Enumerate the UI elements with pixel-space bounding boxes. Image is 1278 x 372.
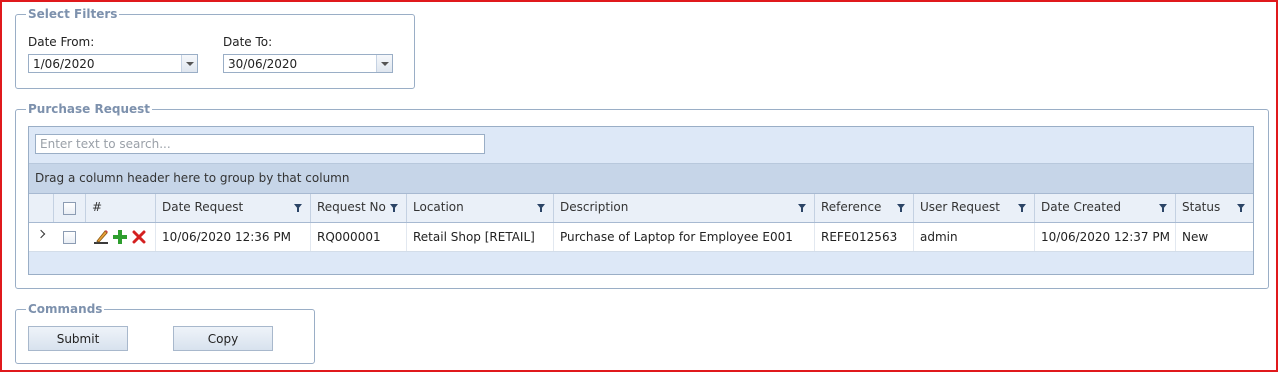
header-location-label: Location [413, 200, 464, 214]
commands-legend: Commands [28, 302, 103, 316]
date-to-label: Date To: [223, 35, 273, 49]
submit-button[interactable]: Submit [28, 326, 128, 351]
purchase-request-legend: Purchase Request [28, 102, 150, 116]
chevron-right-icon[interactable] [36, 229, 46, 239]
header-reference-label: Reference [821, 200, 882, 214]
header-date-created[interactable]: Date Created [1035, 194, 1176, 222]
copy-button[interactable]: Copy [173, 326, 273, 351]
cell-status: New [1176, 223, 1253, 251]
row-checkbox[interactable] [63, 231, 76, 244]
grid-footer [29, 252, 1253, 274]
grid-search-input[interactable] [36, 135, 484, 153]
cell-user-request: admin [914, 223, 1035, 251]
filter-icon[interactable] [1237, 204, 1245, 212]
header-date-request-label: Date Request [162, 200, 244, 214]
cell-description-text: Purchase of Laptop for Employee E001 [560, 230, 793, 244]
add-icon[interactable] [112, 229, 128, 245]
cell-description: Purchase of Laptop for Employee E001 [554, 223, 815, 251]
header-status-label: Status [1182, 200, 1221, 214]
grid-header-row: # Date Request Request No Location Descr… [29, 194, 1253, 223]
header-date-created-label: Date Created [1041, 200, 1121, 214]
cell-location-text: Retail Shop [RETAIL] [413, 230, 535, 244]
date-from-value: 1/06/2020 [33, 57, 95, 71]
cell-date-request: 10/06/2020 12:36 PM [156, 223, 311, 251]
cell-request-no-text: RQ000001 [317, 230, 381, 244]
delete-icon[interactable] [132, 230, 146, 244]
header-reference[interactable]: Reference [815, 194, 914, 222]
date-to-dropdown-icon[interactable] [376, 55, 392, 72]
filter-icon[interactable] [897, 204, 905, 212]
filter-icon[interactable] [1018, 204, 1026, 212]
filter-icon[interactable] [390, 204, 398, 212]
header-hash[interactable]: # [86, 194, 156, 222]
row-expand-cell[interactable] [29, 223, 54, 251]
row-actions-cell [86, 223, 156, 251]
header-request-no-label: Request No [317, 200, 386, 214]
header-description[interactable]: Description [554, 194, 815, 222]
cell-date-request-text: 10/06/2020 12:36 PM [162, 230, 291, 244]
header-status[interactable]: Status [1176, 194, 1253, 222]
header-date-request[interactable]: Date Request [156, 194, 311, 222]
date-to-value: 30/06/2020 [228, 57, 298, 71]
cell-request-no: RQ000001 [311, 223, 407, 251]
cell-location: Retail Shop [RETAIL] [407, 223, 554, 251]
date-from-label: Date From: [28, 35, 95, 49]
cell-date-created-text: 10/06/2020 12:37 PM [1041, 230, 1170, 244]
group-by-hint: Drag a column header here to group by th… [35, 171, 350, 185]
select-filters-legend: Select Filters [28, 7, 118, 21]
date-from-dropdown-icon[interactable] [181, 55, 197, 72]
header-description-label: Description [560, 200, 629, 214]
grid-search-box[interactable] [35, 134, 485, 154]
group-by-panel[interactable]: Drag a column header here to group by th… [29, 164, 1253, 194]
purchase-request-grid: Drag a column header here to group by th… [28, 126, 1254, 275]
header-location[interactable]: Location [407, 194, 554, 222]
cell-reference-text: REFE012563 [821, 230, 898, 244]
table-row[interactable]: 10/06/2020 12:36 PM RQ000001 Retail Shop… [29, 223, 1253, 252]
filter-icon[interactable] [294, 204, 302, 212]
cell-status-text: New [1182, 230, 1209, 244]
edit-icon[interactable] [93, 229, 109, 245]
header-select-cell [54, 194, 86, 222]
filter-icon[interactable] [1159, 204, 1167, 212]
date-to-combo[interactable]: 30/06/2020 [223, 54, 393, 73]
date-from-combo[interactable]: 1/06/2020 [28, 54, 198, 73]
header-request-no[interactable]: Request No [311, 194, 407, 222]
header-user-request-label: User Request [920, 200, 1000, 214]
cell-date-created: 10/06/2020 12:37 PM [1035, 223, 1176, 251]
select-all-checkbox[interactable] [63, 202, 76, 215]
header-user-request[interactable]: User Request [914, 194, 1035, 222]
cell-user-request-text: admin [920, 230, 958, 244]
header-hash-label: # [92, 200, 103, 214]
header-expand-cell [29, 194, 54, 222]
filter-icon[interactable] [798, 204, 806, 212]
cell-reference: REFE012563 [815, 223, 914, 251]
filter-icon[interactable] [537, 204, 545, 212]
grid-search-panel [29, 127, 1253, 164]
row-select-cell [54, 223, 86, 251]
